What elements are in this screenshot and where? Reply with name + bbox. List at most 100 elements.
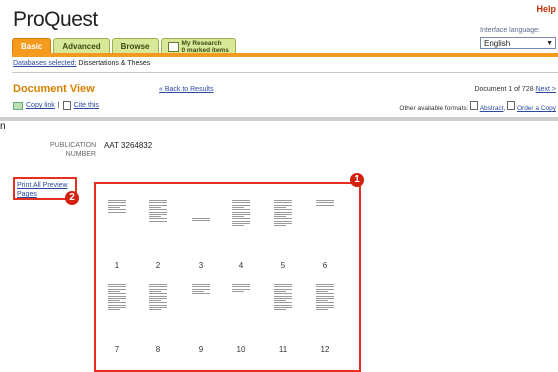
text-line [232,213,250,215]
databases-selected-link[interactable]: Databases selected: [13,60,76,67]
text-line [232,223,250,224]
back-to-results-link[interactable]: « Back to Results [159,86,213,93]
page-thumbnail[interactable] [190,282,212,312]
page-title: Document View [13,83,95,95]
text-line [316,204,334,206]
chevron-down-icon: ▼ [546,40,553,47]
text-line [149,286,167,288]
document-count: Document 1 of 728 [474,86,534,93]
page-thumbnail[interactable] [272,282,294,312]
text-line [232,225,244,227]
text-line [274,200,292,201]
tab-advanced[interactable]: Advanced [53,38,110,54]
link-icon [13,101,23,110]
abstract-link[interactable]: Abstract [480,105,504,112]
text-line [274,288,292,290]
text-line [316,202,334,204]
order-copy-link[interactable]: Order a Copy [517,105,556,112]
text-line [149,216,161,218]
text-line [274,293,292,295]
text-line [316,286,334,288]
page-thumbnail[interactable] [314,198,336,228]
page-thumbnail[interactable] [314,282,336,312]
page-number-label: 2 [155,261,161,270]
text-line [274,304,292,306]
text-line [274,225,286,227]
tab-basic[interactable]: Basic [12,38,52,54]
text-line [316,293,334,295]
text-line [149,206,161,208]
proquest-logo[interactable]: ProQuest [13,8,98,32]
text-line [149,295,167,297]
text-line [108,295,126,297]
text-line [232,290,244,292]
help-link[interactable]: Help [536,4,556,14]
text-line [274,218,292,220]
back-to-results: « Back to Results [159,86,213,93]
text-line [192,220,210,222]
text-line [108,211,126,213]
cite-icon [62,101,71,110]
other-formats: Other available formats: Abstract, Order… [399,101,556,112]
page-thumbnail[interactable] [272,198,294,228]
page-number-label: 6 [322,261,328,270]
text-line [149,300,161,302]
text-line [274,286,292,288]
text-line [274,295,292,297]
language-value: English [484,39,511,48]
text-line [274,204,292,206]
text-line [108,202,126,204]
text-line [108,284,126,285]
print-all-preview-pages-link[interactable]: Print All Preview Pages [17,182,68,198]
text-line [274,307,292,308]
next-link[interactable]: Next > [536,86,556,93]
text-line [232,206,244,208]
text-line [149,293,167,295]
text-line [192,286,210,288]
page-thumbnail[interactable] [147,198,169,228]
text-line [232,220,250,222]
text-line [232,218,250,220]
cite-this-link[interactable]: Cite this [74,102,99,109]
text-line [192,293,210,295]
text-line [274,213,292,215]
text-line [316,304,334,306]
page-thumbnail[interactable] [106,198,128,228]
formats-label: Other available formats: [399,105,469,112]
page-number-label: 10 [236,345,246,354]
text-line [316,288,334,290]
page-thumbnail[interactable] [106,282,128,312]
my-research-label: My Research [181,39,222,47]
language-select[interactable]: English ▼ [480,37,556,49]
publication-number-label: PUBLICATION NUMBER [50,142,97,158]
order-icon [507,101,516,110]
page-thumbnail[interactable] [190,198,212,228]
text-line [108,304,126,306]
page-thumbnail[interactable] [147,282,169,312]
text-line [232,200,250,201]
text-line [108,302,126,304]
text-line [108,286,126,288]
text-line [274,206,286,208]
text-line [149,209,167,211]
publication-number-value: AAT 3264832 [104,141,153,150]
tab-my-research[interactable]: My Research 0 marked items [160,38,236,54]
tab-browse[interactable]: Browse [111,38,159,54]
tab-underline [12,53,558,57]
text-line [316,284,334,285]
folder-icon [167,41,179,52]
text-line [149,220,167,222]
page-thumbnail[interactable] [230,282,252,312]
text-line [149,284,167,285]
text-line [108,293,126,295]
text-line [149,200,167,201]
page-thumbnail[interactable] [230,198,252,228]
text-line [232,211,250,213]
text-line [108,288,126,290]
page-number-label: 4 [238,261,244,270]
copy-link[interactable]: Copy link [26,102,55,109]
text-line [274,220,292,222]
text-line [316,290,328,292]
page-number-label: 5 [280,261,286,270]
text-line [232,288,250,290]
